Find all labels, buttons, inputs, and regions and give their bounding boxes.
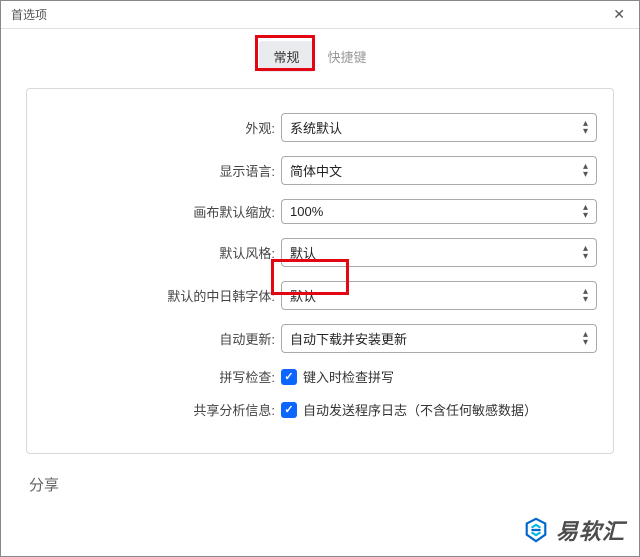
label-style: 默认风格: xyxy=(37,243,281,262)
select-language-value: 简体中文 xyxy=(290,164,342,179)
select-zoom[interactable]: 100% ▴▾ xyxy=(281,199,597,224)
label-cjk-font: 默认的中日韩字体: xyxy=(37,286,281,305)
select-appearance-value: 系统默认 xyxy=(290,121,342,136)
watermark: 易软汇 xyxy=(524,514,625,546)
select-style-value: 默认 xyxy=(290,246,316,261)
label-analytics: 共享分析信息: xyxy=(37,400,281,419)
window-title: 首选项 xyxy=(11,6,47,23)
label-zoom: 画布默认缩放: xyxy=(37,202,281,221)
chevron-updown-icon: ▴▾ xyxy=(583,163,588,179)
select-appearance[interactable]: 系统默认 ▴▾ xyxy=(281,113,597,142)
watermark-text: 易软汇 xyxy=(556,514,625,546)
checkbox-spellcheck[interactable]: ✓ xyxy=(281,369,297,385)
chevron-updown-icon: ▴▾ xyxy=(583,331,588,347)
select-update[interactable]: 自动下载并安装更新 ▴▾ xyxy=(281,324,597,353)
checkbox-analytics[interactable]: ✓ xyxy=(281,402,297,418)
label-language: 显示语言: xyxy=(37,161,281,180)
chevron-updown-icon: ▴▾ xyxy=(583,288,588,304)
select-cjk-font-value: 默认 xyxy=(290,289,316,304)
close-button[interactable]: ✕ xyxy=(609,6,629,23)
select-language[interactable]: 简体中文 ▴▾ xyxy=(281,156,597,185)
label-spellcheck: 拼写检查: xyxy=(37,367,281,386)
chevron-updown-icon: ▴▾ xyxy=(583,120,588,136)
label-update: 自动更新: xyxy=(37,329,281,348)
logo-icon xyxy=(524,517,548,543)
chevron-updown-icon: ▴▾ xyxy=(583,245,588,261)
analytics-text: 自动发送程序日志（不含任何敏感数据） xyxy=(303,400,537,419)
titlebar: 首选项 ✕ xyxy=(1,1,639,29)
tab-bar: 常规 快捷键 xyxy=(1,29,639,78)
select-zoom-value: 100% xyxy=(290,204,323,219)
label-appearance: 外观: xyxy=(37,118,281,137)
section-share-title: 分享 xyxy=(29,474,611,495)
select-style[interactable]: 默认 ▴▾ xyxy=(281,238,597,267)
tab-shortcuts[interactable]: 快捷键 xyxy=(314,41,381,72)
spellcheck-text: 键入时检查拼写 xyxy=(303,367,394,386)
select-update-value: 自动下载并安装更新 xyxy=(290,332,407,347)
chevron-updown-icon: ▴▾ xyxy=(583,204,588,220)
tab-general[interactable]: 常规 xyxy=(259,41,313,72)
settings-panel: 外观: 系统默认 ▴▾ 显示语言: 简体中文 ▴▾ 画布默认缩放: 100% ▴… xyxy=(26,88,614,454)
select-cjk-font[interactable]: 默认 ▴▾ xyxy=(281,281,597,310)
